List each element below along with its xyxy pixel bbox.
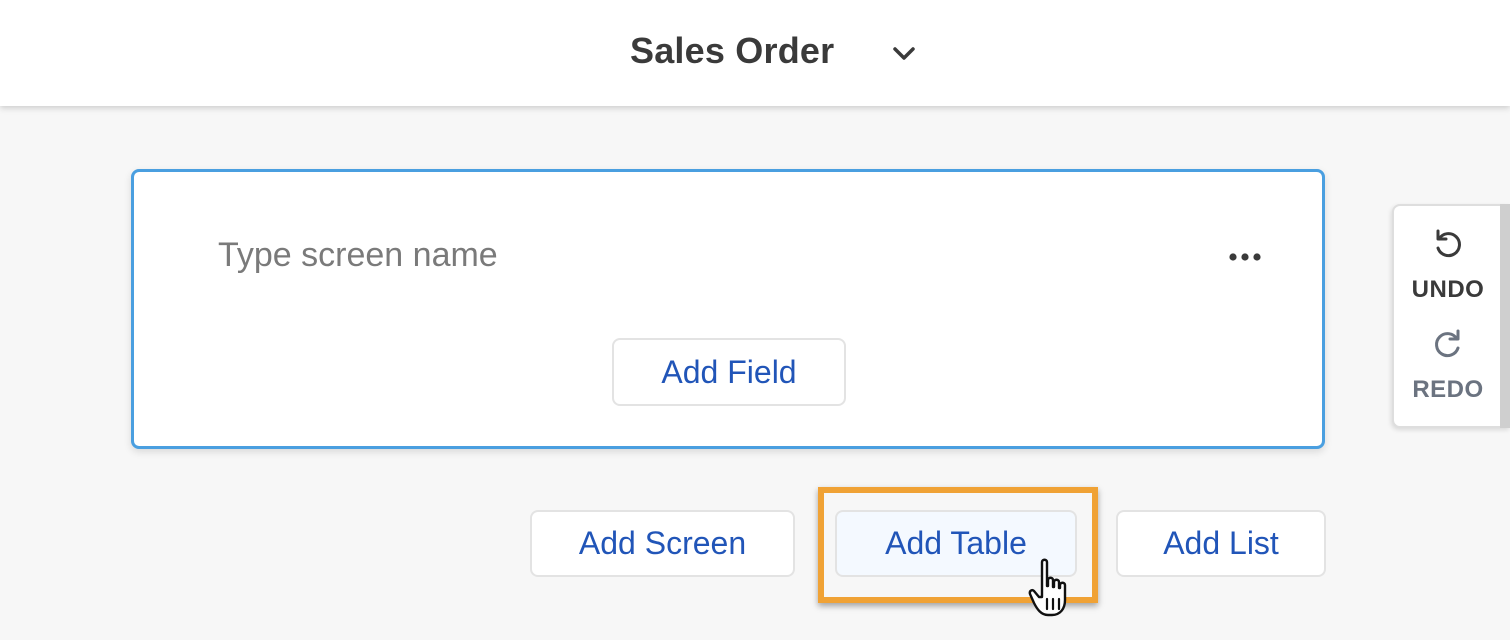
redo-label: REDO <box>1412 376 1484 403</box>
more-horizontal-icon[interactable] <box>1225 250 1265 264</box>
add-field-button[interactable]: Add Field <box>612 338 846 406</box>
hand-cursor-icon <box>1028 558 1067 617</box>
undo-button[interactable]: UNDO <box>1394 222 1502 312</box>
undo-icon <box>1436 229 1461 258</box>
add-list-button[interactable]: Add List <box>1116 510 1326 577</box>
page-title: Sales Order <box>630 30 835 71</box>
screen-name-input[interactable] <box>218 230 918 280</box>
chevron-down-icon[interactable] <box>888 38 920 70</box>
undo-label: UNDO <box>1411 276 1485 303</box>
redo-icon <box>1435 329 1460 358</box>
screen-card: Add Field <box>131 169 1325 449</box>
redo-button[interactable]: REDO <box>1394 322 1502 412</box>
add-screen-button[interactable]: Add Screen <box>530 510 795 577</box>
history-panel: UNDO REDO <box>1392 204 1510 428</box>
top-bar: Sales Order <box>0 0 1510 106</box>
scrollbar-edge[interactable] <box>1500 204 1510 428</box>
